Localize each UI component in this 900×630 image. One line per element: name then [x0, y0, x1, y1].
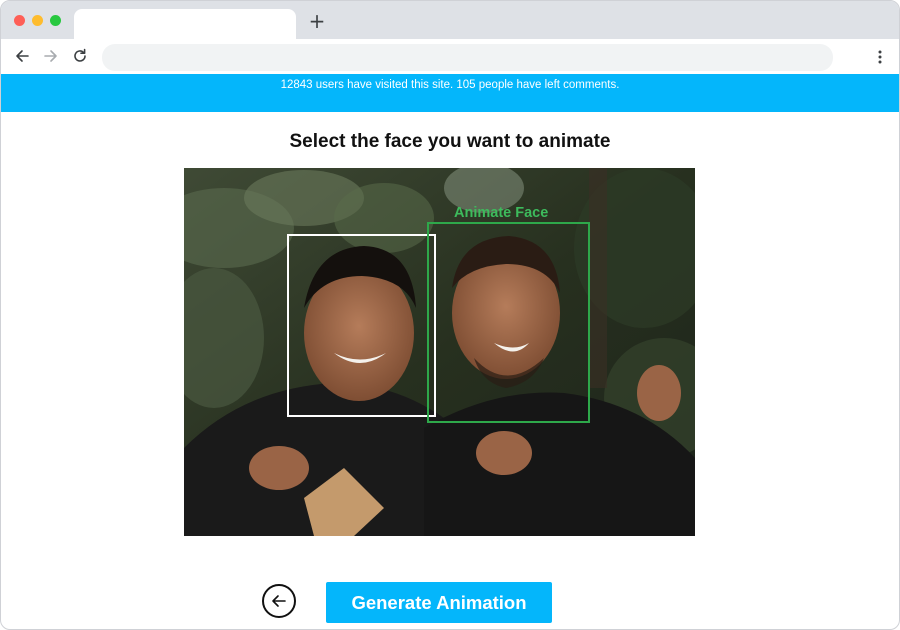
close-window-button[interactable] — [14, 15, 25, 26]
animate-face-label: Animate Face — [454, 205, 549, 221]
reload-icon — [74, 48, 86, 62]
browser-toolbar — [1, 39, 899, 74]
back-nav-button[interactable] — [12, 46, 32, 66]
face-select-box-left[interactable] — [287, 234, 436, 417]
page-title: Select the face you want to animate — [289, 131, 611, 152]
address-bar[interactable] — [102, 44, 833, 71]
minimize-window-button[interactable] — [32, 15, 43, 26]
reload-button[interactable] — [70, 46, 90, 66]
generate-animation-button[interactable]: Generate Animation — [326, 582, 552, 623]
visitor-banner: 12843 users have visited this site. 105 … — [1, 74, 899, 112]
browser-window: + 12843 users have visited this site. 10… — [0, 0, 900, 630]
browser-menu-button[interactable] — [871, 47, 889, 67]
arrow-left-circle-icon — [272, 595, 286, 607]
arrow-right-icon — [44, 50, 57, 62]
maximize-window-button[interactable] — [50, 15, 61, 26]
active-tab[interactable] — [74, 9, 296, 39]
back-button[interactable] — [262, 584, 296, 618]
more-vert-icon — [878, 50, 882, 64]
visitor-stats-text: 12843 users have visited this site. 105 … — [280, 79, 620, 91]
arrow-left-icon — [16, 50, 29, 62]
tab-strip: + — [1, 1, 899, 39]
forward-nav-button[interactable] — [41, 46, 61, 66]
face-select-box-right-selected[interactable] — [427, 222, 590, 423]
face-photo: Animate Face — [184, 168, 695, 536]
new-tab-button[interactable]: + — [307, 11, 327, 31]
